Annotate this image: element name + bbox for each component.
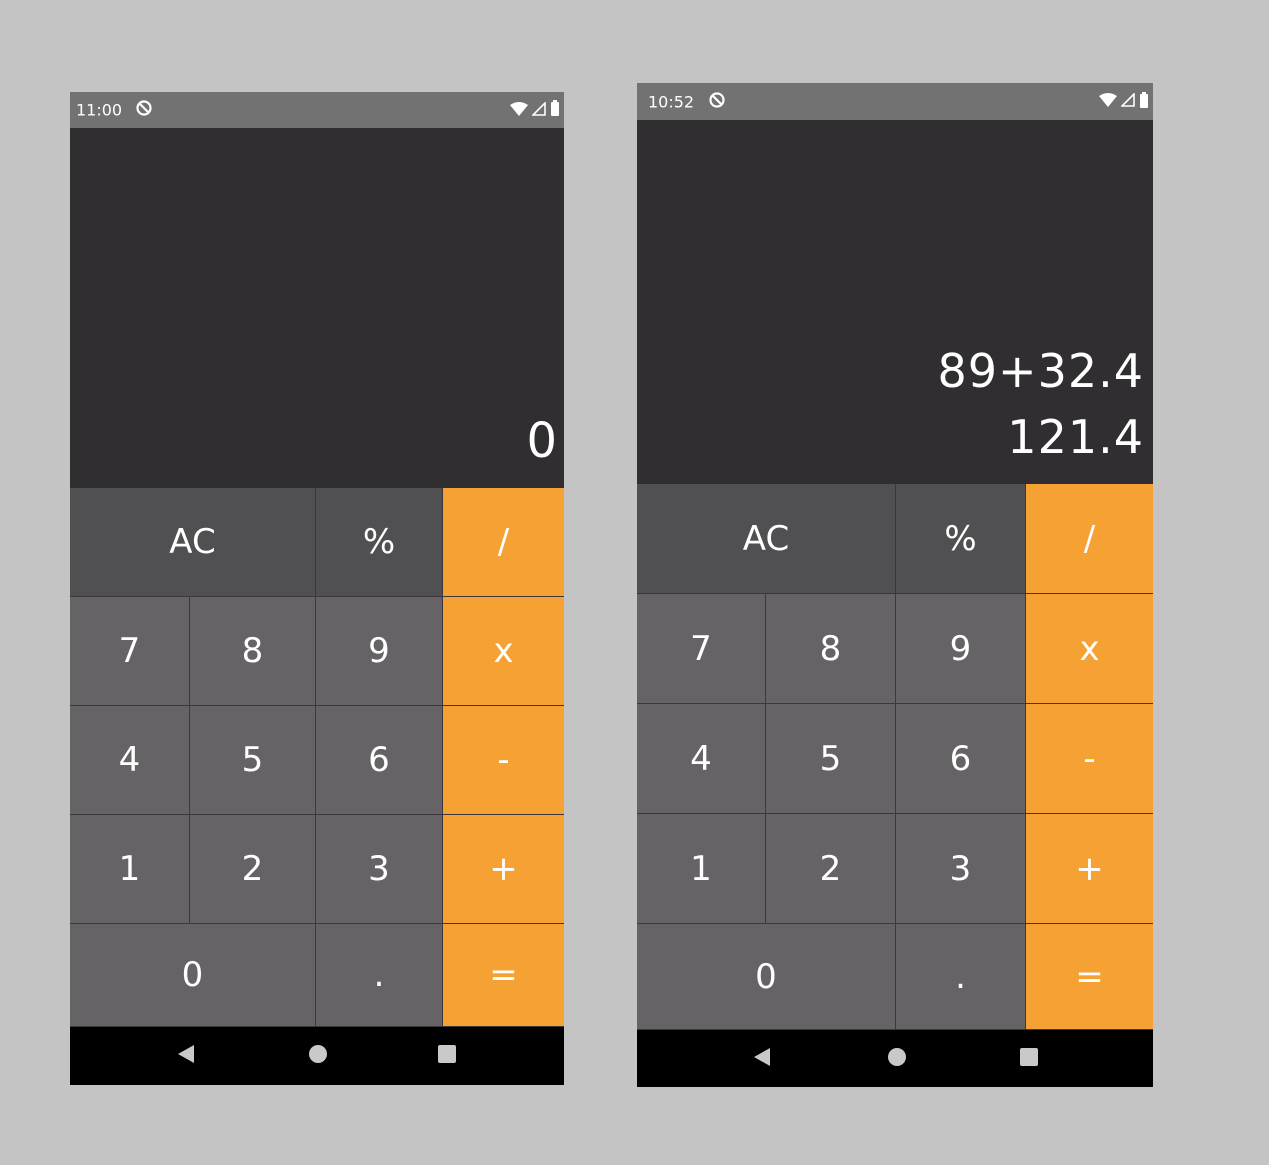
display-expression: 89+32.4 xyxy=(937,344,1144,398)
digit-7-button[interactable]: 7 xyxy=(70,597,190,706)
display-result: 121.4 xyxy=(1007,410,1144,464)
multiply-button[interactable]: x xyxy=(443,597,564,706)
digit-1-button[interactable]: 1 xyxy=(637,814,766,924)
digit-6-button[interactable]: 6 xyxy=(896,704,1026,814)
digit-4-button[interactable]: 4 xyxy=(70,706,190,815)
equals-button[interactable]: = xyxy=(1026,924,1153,1030)
battery-icon xyxy=(550,100,560,120)
home-circle-icon[interactable] xyxy=(887,1047,907,1071)
status-icons xyxy=(510,100,560,120)
keypad: AC % / 7 8 9 x 4 5 6 - 1 2 3 + 0 . = xyxy=(637,484,1153,1030)
keypad: AC % / 7 8 9 x 4 5 6 - 1 2 3 + 0 . = xyxy=(70,488,564,1027)
status-time: 11:00 xyxy=(76,100,123,120)
digit-7-button[interactable]: 7 xyxy=(637,594,766,704)
divide-button[interactable]: / xyxy=(443,488,564,597)
minus-button[interactable]: - xyxy=(443,706,564,815)
back-triangle-icon[interactable] xyxy=(176,1044,196,1068)
plus-button[interactable]: + xyxy=(1026,814,1153,924)
minus-button[interactable]: - xyxy=(1026,704,1153,814)
cellular-signal-icon xyxy=(1120,92,1135,111)
battery-icon xyxy=(1139,91,1149,112)
display-result: 0 xyxy=(526,413,558,469)
calculator-display: 0 xyxy=(70,128,564,488)
wifi-icon xyxy=(510,101,528,120)
calculator-display: 89+32.4 121.4 xyxy=(637,120,1153,484)
cellular-signal-icon xyxy=(531,100,546,120)
plus-button[interactable]: + xyxy=(443,815,564,924)
multiply-button[interactable]: x xyxy=(1026,594,1153,704)
digit-5-button[interactable]: 5 xyxy=(766,704,896,814)
decimal-button[interactable]: . xyxy=(896,924,1026,1030)
recents-square-icon[interactable] xyxy=(438,1045,456,1067)
digit-2-button[interactable]: 2 xyxy=(766,814,896,924)
wifi-icon xyxy=(1099,92,1117,111)
data-saver-icon xyxy=(708,91,726,113)
calculator-screen-1: 11:00 0 AC % / 7 8 9 x 4 5 6 - 1 2 3 + 0… xyxy=(70,92,564,1085)
data-saver-icon xyxy=(135,99,153,121)
home-circle-icon[interactable] xyxy=(308,1044,328,1068)
decimal-button[interactable]: . xyxy=(316,924,443,1027)
all-clear-button[interactable]: AC xyxy=(637,484,896,594)
digit-1-button[interactable]: 1 xyxy=(70,815,190,924)
status-bar: 11:00 xyxy=(70,92,564,128)
back-triangle-icon[interactable] xyxy=(752,1047,772,1071)
navigation-bar xyxy=(70,1027,564,1085)
status-time: 10:52 xyxy=(648,92,695,111)
digit-0-button[interactable]: 0 xyxy=(637,924,896,1030)
calculator-screen-2: 10:52 89+32.4 121.4 AC % / 7 8 9 x 4 5 6… xyxy=(637,83,1153,1087)
navigation-bar xyxy=(637,1030,1153,1087)
digit-0-button[interactable]: 0 xyxy=(70,924,316,1027)
divide-button[interactable]: / xyxy=(1026,484,1153,594)
digit-3-button[interactable]: 3 xyxy=(896,814,1026,924)
percent-button[interactable]: % xyxy=(896,484,1026,594)
equals-button[interactable]: = xyxy=(443,924,564,1027)
digit-9-button[interactable]: 9 xyxy=(316,597,443,706)
percent-button[interactable]: % xyxy=(316,488,443,597)
digit-6-button[interactable]: 6 xyxy=(316,706,443,815)
digit-8-button[interactable]: 8 xyxy=(190,597,316,706)
digit-4-button[interactable]: 4 xyxy=(637,704,766,814)
digit-5-button[interactable]: 5 xyxy=(190,706,316,815)
digit-9-button[interactable]: 9 xyxy=(896,594,1026,704)
all-clear-button[interactable]: AC xyxy=(70,488,316,597)
recents-square-icon[interactable] xyxy=(1020,1047,1038,1070)
status-bar: 10:52 xyxy=(637,83,1153,120)
digit-2-button[interactable]: 2 xyxy=(190,815,316,924)
digit-3-button[interactable]: 3 xyxy=(316,815,443,924)
status-icons xyxy=(1099,91,1149,112)
digit-8-button[interactable]: 8 xyxy=(766,594,896,704)
